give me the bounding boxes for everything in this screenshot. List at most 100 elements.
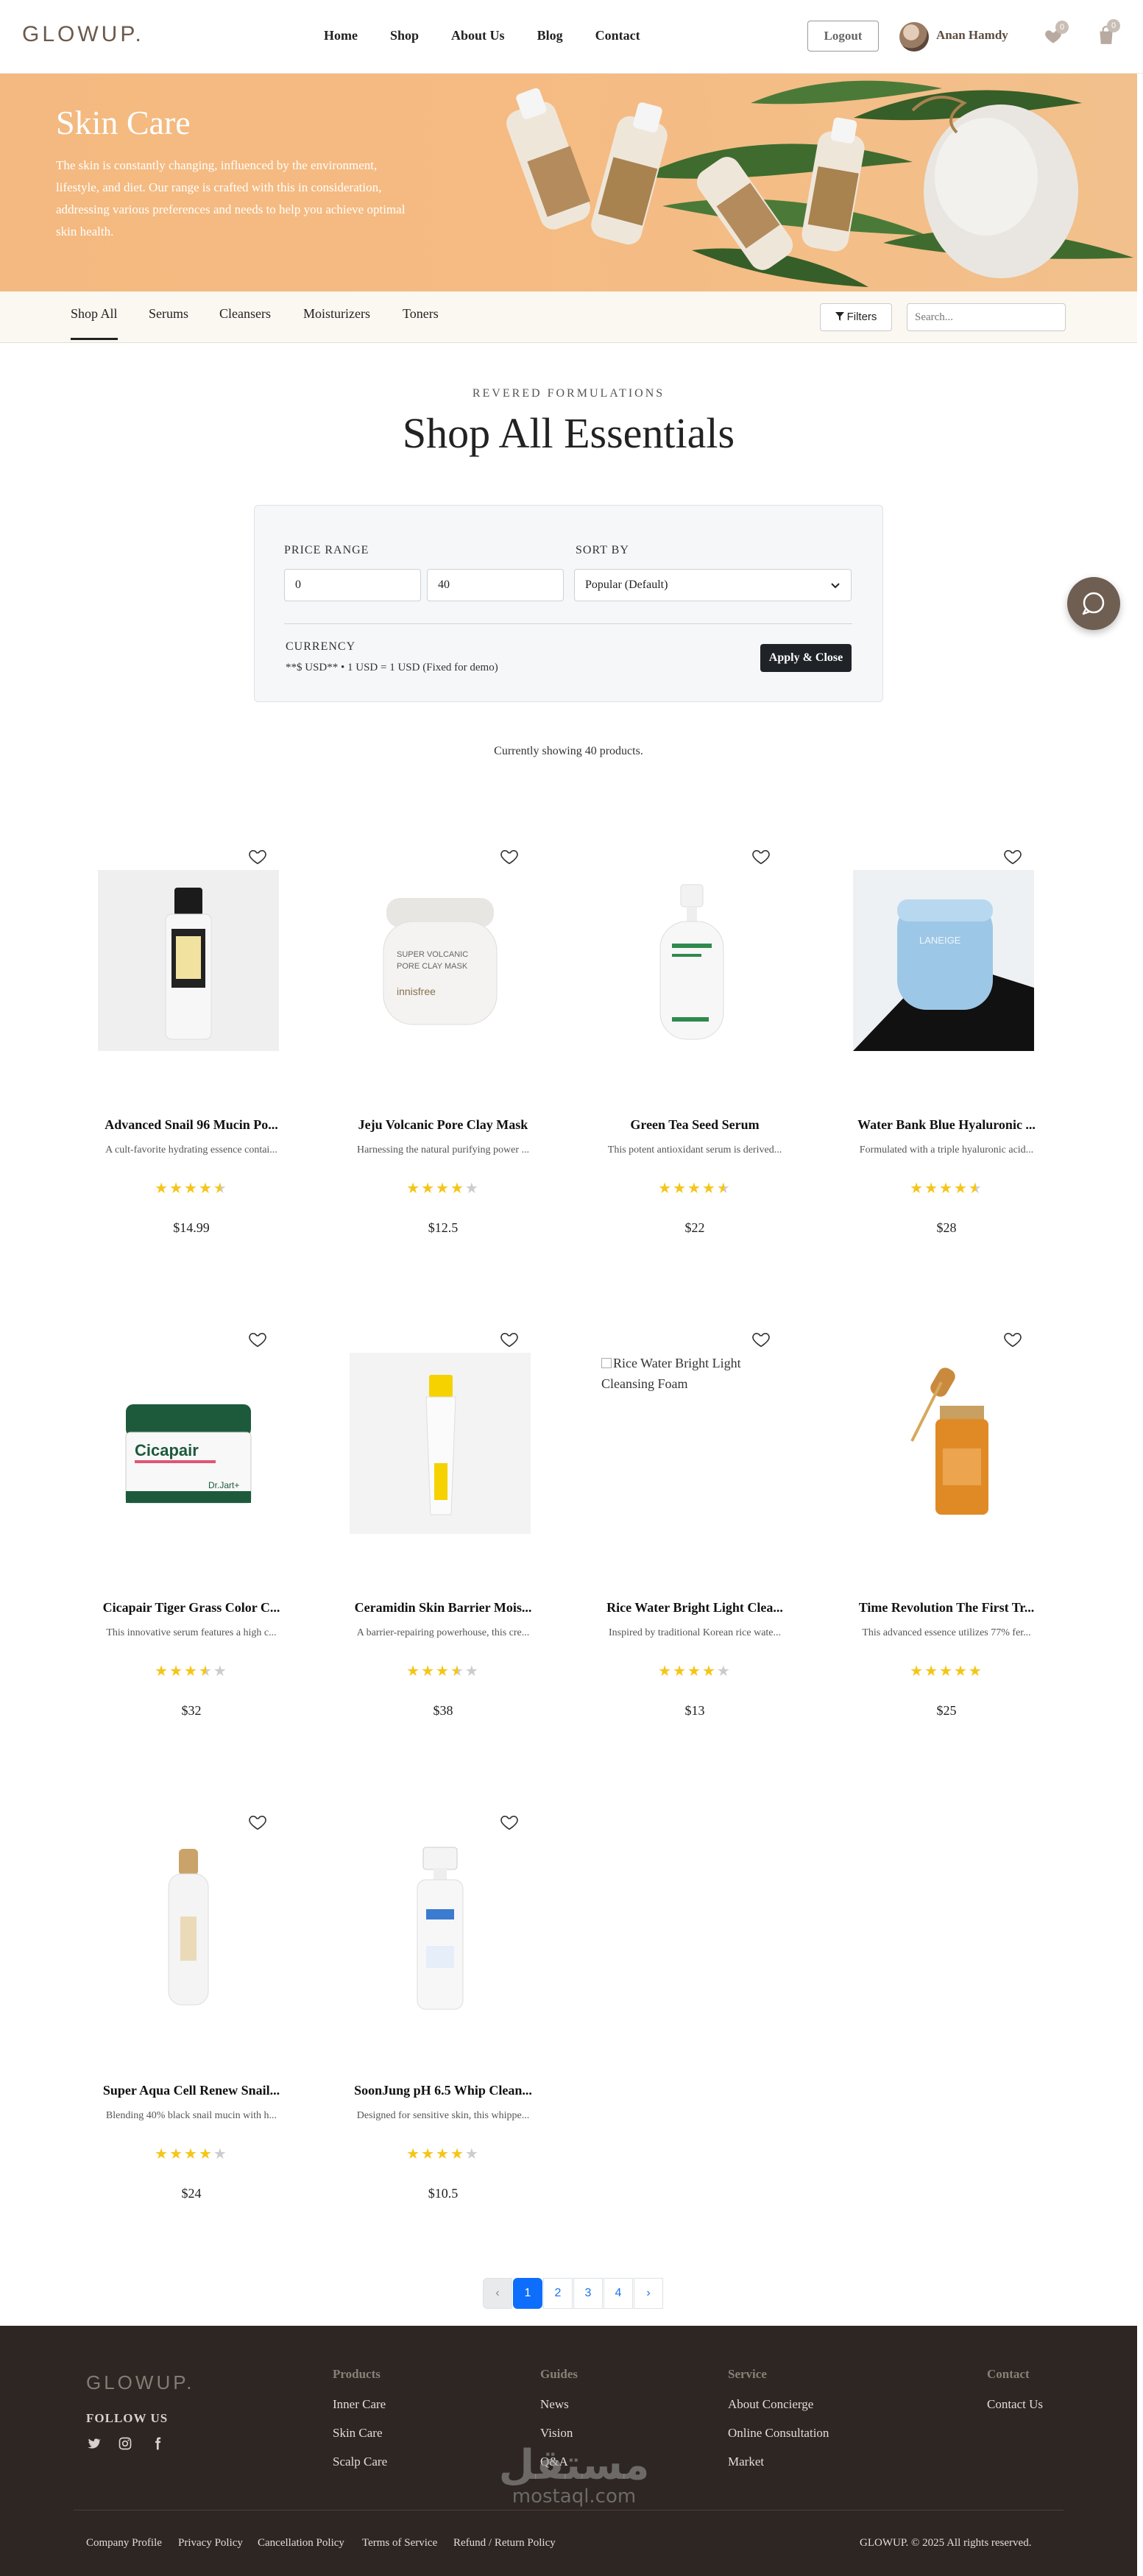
nav-contact[interactable]: Contact: [595, 28, 640, 43]
tab-toners[interactable]: Toners: [403, 306, 439, 322]
wishlist-heart-icon[interactable]: [247, 846, 268, 867]
product-description: Formulated with a triple hyaluronic acid…: [859, 1144, 1034, 1156]
pagination-page-4[interactable]: 4: [604, 2278, 633, 2309]
product-image[interactable]: [98, 1836, 279, 2017]
footer-link-scalp-care[interactable]: Scalp Care: [333, 2455, 387, 2469]
wishlist-heart-icon[interactable]: [751, 846, 771, 867]
product-name[interactable]: Green Tea Seed Serum: [584, 1117, 805, 1133]
main-nav: Home Shop About Us Blog Contact: [324, 28, 640, 43]
product-card[interactable]: LANEIGE Water Bank Blue Hyaluronic ... For…: [836, 817, 1057, 1259]
footer-link-terms-of-service[interactable]: Terms of Service: [362, 2537, 437, 2550]
nav-blog[interactable]: Blog: [537, 28, 563, 43]
wishlist-heart-icon[interactable]: [499, 1812, 520, 1833]
product-card[interactable]: Cicapair Dr.Jart+ Cicapair Tiger Grass Col…: [81, 1300, 302, 1741]
product-image-alt-text: Rice Water Bright Light Cleansing Foam: [601, 1356, 741, 1391]
product-rating-stars: ★★★★★: [406, 2145, 480, 2162]
avatar[interactable]: [899, 22, 929, 52]
product-price: $10.5: [428, 2186, 459, 2201]
product-name[interactable]: Super Aqua Cell Renew Snail...: [81, 2083, 302, 2098]
pagination-page-2[interactable]: 2: [543, 2278, 573, 2309]
sort-by-select[interactable]: Popular (Default): [574, 569, 852, 601]
filters-button-label: Filters: [846, 311, 877, 323]
product-card[interactable]: Advanced Snail 96 Mucin Po... A cult-favo…: [81, 817, 302, 1259]
chat-button[interactable]: [1067, 577, 1120, 630]
product-image[interactable]: SUPER VOLCANIC PORE CLAY MASK innisfree: [350, 870, 531, 1051]
product-image[interactable]: LANEIGE: [853, 870, 1034, 1051]
search-input[interactable]: [907, 303, 1066, 331]
footer-link-skin-care[interactable]: Skin Care: [333, 2426, 383, 2441]
product-name[interactable]: Time Revolution The First Tr...: [836, 1600, 1057, 1616]
pagination-prev[interactable]: ‹: [483, 2278, 512, 2309]
footer-link-inner-care[interactable]: Inner Care: [333, 2397, 386, 2412]
product-image[interactable]: [853, 1353, 1034, 1534]
tab-moisturizers[interactable]: Moisturizers: [303, 306, 370, 322]
panel-divider: [284, 623, 852, 624]
hero-title: Skin Care: [56, 104, 191, 141]
footer-logo[interactable]: GLOWUP.: [86, 2371, 194, 2394]
footer-link-vision[interactable]: Vision: [540, 2426, 573, 2441]
tab-shop-all[interactable]: Shop All: [71, 306, 118, 340]
pagination-next[interactable]: ›: [634, 2278, 663, 2309]
product-name[interactable]: Cicapair Tiger Grass Color C...: [81, 1600, 302, 1616]
product-name[interactable]: Rice Water Bright Light Clea...: [584, 1600, 805, 1616]
hero-description: The skin is constantly changing, influen…: [56, 158, 406, 238]
product-name[interactable]: SoonJung pH 6.5 Whip Clean...: [333, 2083, 553, 2098]
site-logo[interactable]: GLOWUP.: [22, 22, 144, 47]
product-price: $32: [181, 1703, 202, 1718]
wishlist-heart-icon[interactable]: [499, 846, 520, 867]
price-min-input[interactable]: 0: [284, 569, 421, 601]
svg-text:LANEIGE: LANEIGE: [919, 935, 961, 946]
nav-shop[interactable]: Shop: [390, 28, 419, 43]
product-name[interactable]: Water Bank Blue Hyaluronic ...: [836, 1117, 1057, 1133]
product-image[interactable]: [350, 1353, 531, 1534]
twitter-icon[interactable]: [86, 2436, 101, 2451]
product-card[interactable]: Super Aqua Cell Renew Snail... Blending 4…: [81, 1783, 302, 2224]
product-price: $24: [181, 2186, 202, 2201]
product-card[interactable]: SoonJung pH 6.5 Whip Clean... Designed fo…: [333, 1783, 553, 2224]
tab-cleansers[interactable]: Cleansers: [219, 306, 271, 322]
pagination-page-3[interactable]: 3: [573, 2278, 603, 2309]
wishlist-heart-icon[interactable]: [247, 1812, 268, 1833]
product-image-broken[interactable]: Rice Water Bright Light Cleansing Foam: [601, 1353, 782, 1394]
product-name[interactable]: Advanced Snail 96 Mucin Po...: [81, 1117, 302, 1133]
wishlist-heart-icon[interactable]: [1002, 1329, 1023, 1350]
product-card[interactable]: Green Tea Seed Serum This potent antioxid…: [584, 817, 805, 1259]
facebook-icon[interactable]: [150, 2436, 165, 2451]
apply-close-button[interactable]: Apply & Close: [760, 644, 852, 672]
wishlist-heart-icon[interactable]: [247, 1329, 268, 1350]
product-image[interactable]: [350, 1836, 531, 2017]
product-card[interactable]: Rice Water Bright Light Cleansing Foam Ri…: [584, 1300, 805, 1741]
product-name[interactable]: Ceramidin Skin Barrier Mois...: [333, 1600, 553, 1616]
footer-link-company-profile[interactable]: Company Profile: [86, 2537, 162, 2550]
product-image[interactable]: [98, 870, 279, 1051]
footer-link-cancellation-policy[interactable]: Cancellation Policy: [258, 2537, 344, 2550]
price-max-input[interactable]: 40: [427, 569, 564, 601]
instagram-icon[interactable]: [118, 2436, 132, 2451]
footer-link-privacy-policy[interactable]: Privacy Policy: [178, 2537, 243, 2550]
wishlist-heart-icon[interactable]: [1002, 846, 1023, 867]
tab-serums[interactable]: Serums: [149, 306, 188, 322]
logout-button[interactable]: Logout: [807, 21, 879, 52]
pagination-page-1[interactable]: 1: [513, 2278, 542, 2309]
footer-link-online-consultation[interactable]: Online Consultation: [728, 2426, 829, 2441]
footer-link-news[interactable]: News: [540, 2397, 569, 2412]
product-card[interactable]: SUPER VOLCANIC PORE CLAY MASK innisfree Jej…: [333, 817, 553, 1259]
nav-about-us[interactable]: About Us: [451, 28, 505, 43]
filters-button[interactable]: Filters: [820, 303, 892, 331]
footer-heading-contact: Contact: [987, 2367, 1030, 2381]
user-name[interactable]: Anan Hamdy: [936, 28, 1008, 43]
footer-link-refund-policy[interactable]: Refund / Return Policy: [453, 2537, 556, 2550]
wishlist-heart-icon[interactable]: [499, 1329, 520, 1350]
footer-link-market[interactable]: Market: [728, 2455, 764, 2469]
product-card[interactable]: Time Revolution The First Tr... This adva…: [836, 1300, 1057, 1741]
product-image[interactable]: [601, 870, 782, 1051]
product-card[interactable]: Ceramidin Skin Barrier Mois... A barrier-…: [333, 1300, 553, 1741]
wishlist-heart-icon[interactable]: [751, 1329, 771, 1350]
nav-home[interactable]: Home: [324, 28, 358, 43]
product-image[interactable]: Cicapair Dr.Jart+: [98, 1353, 279, 1534]
footer-link-about-concierge[interactable]: About Concierge: [728, 2397, 813, 2412]
product-name[interactable]: Jeju Volcanic Pore Clay Mask: [333, 1117, 553, 1133]
product-price: $13: [684, 1703, 705, 1718]
currency-label: CURRENCY: [286, 640, 356, 653]
footer-link-contact-us[interactable]: Contact Us: [987, 2397, 1043, 2412]
